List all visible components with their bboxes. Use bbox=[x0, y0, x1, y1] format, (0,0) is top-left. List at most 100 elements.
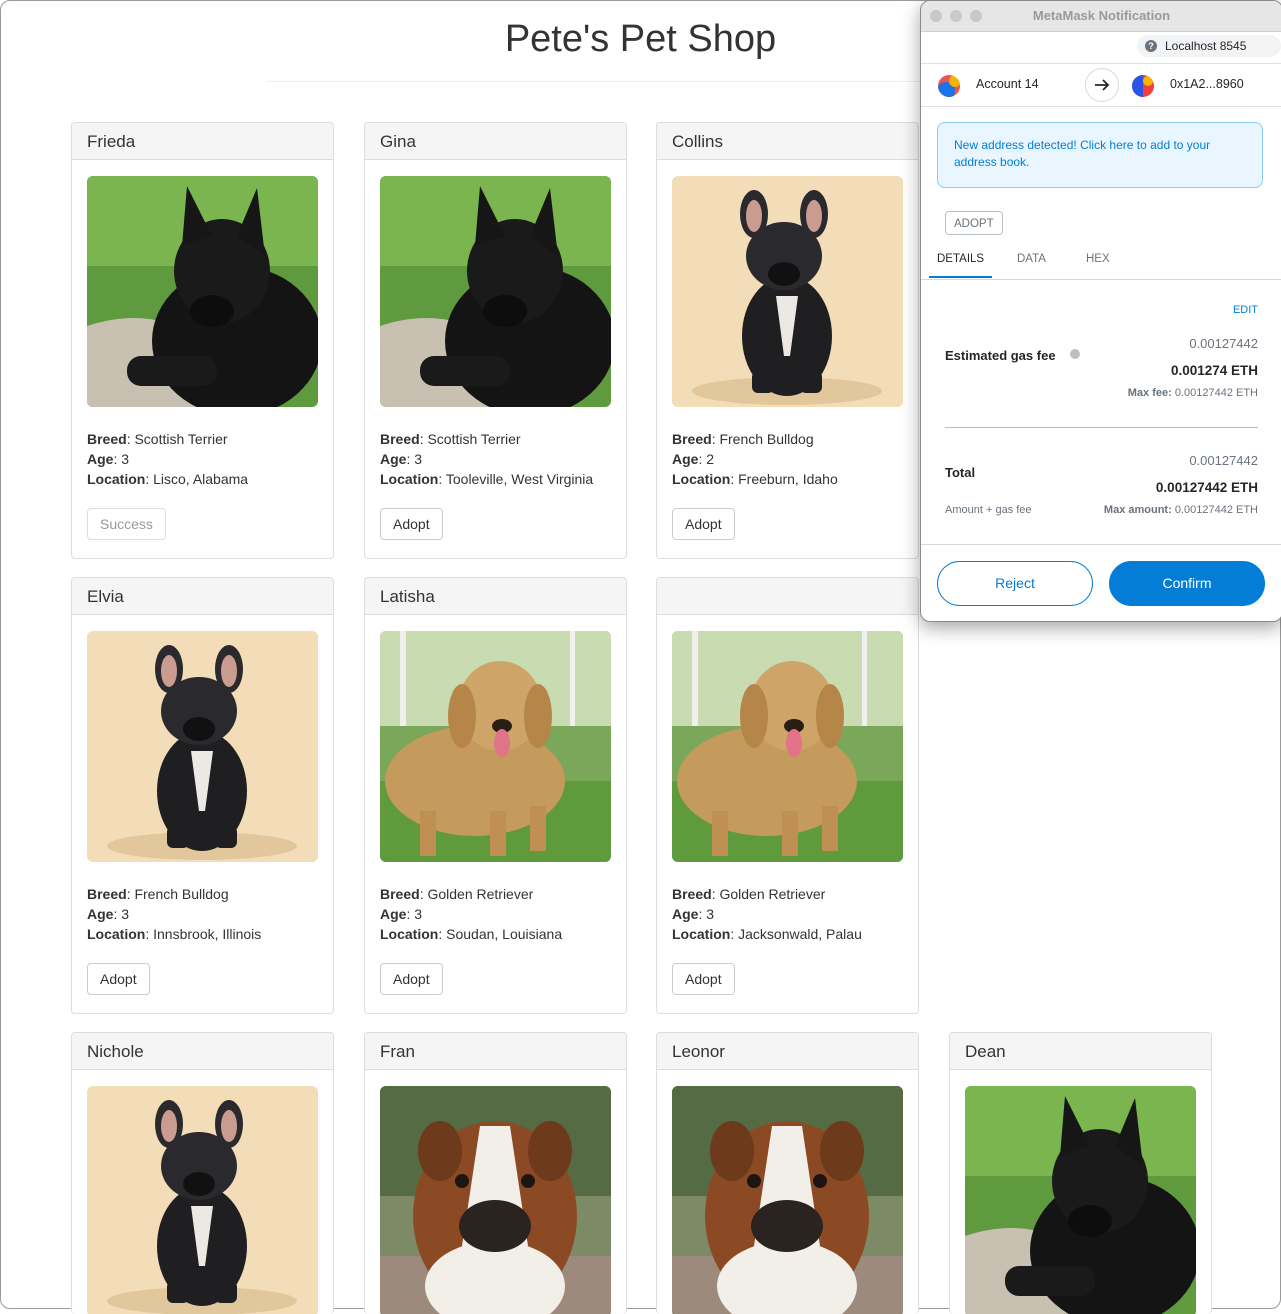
reject-button[interactable]: Reject bbox=[937, 561, 1093, 606]
adopt-button[interactable]: Adopt bbox=[380, 508, 443, 540]
pet-photo bbox=[87, 176, 318, 407]
adopt-button[interactable]: Adopt bbox=[672, 508, 735, 540]
pet-breed: Scottish Terrier bbox=[427, 431, 521, 447]
pet-photo bbox=[87, 1086, 318, 1314]
window-title: MetaMask Notification bbox=[1032, 8, 1171, 23]
pet-breed-row: Breed: Scottish Terrier bbox=[380, 431, 521, 447]
gas-fee-secondary: 0.00127442 bbox=[1189, 336, 1258, 351]
pet-card: Nichole bbox=[71, 1032, 334, 1314]
pet-name: Collins bbox=[657, 123, 918, 160]
breed-label: Breed bbox=[380, 886, 420, 902]
pet-breed-row: Breed: French Bulldog bbox=[672, 431, 814, 447]
pet-card: Breed: Golden Retriever Age: 3 Location: J… bbox=[656, 577, 919, 1014]
max-fee-value: 0.00127442 ETH bbox=[1174, 387, 1258, 399]
gas-fee-primary: 0.001274 ETH bbox=[1170, 363, 1258, 378]
pet-name: Dean bbox=[950, 1033, 1211, 1070]
breed-label: Breed bbox=[380, 431, 420, 447]
max-amount: Max amount: 0.00127442 ETH bbox=[1104, 504, 1258, 516]
adopt-button[interactable]: Adopt bbox=[380, 963, 443, 995]
pet-photo bbox=[672, 631, 903, 862]
pet-name: Nichole bbox=[72, 1033, 333, 1070]
breed-label: Breed bbox=[672, 886, 712, 902]
pet-card: Dean bbox=[949, 1032, 1212, 1314]
location-label: Location bbox=[672, 471, 731, 487]
pet-details: Breed: Scottish Terrier Age: 3 Location: T… bbox=[380, 429, 593, 489]
pet-location: Freeburn, Idaho bbox=[738, 471, 838, 487]
pet-age-row: Age: 3 bbox=[380, 906, 423, 922]
pet-age-row: Age: 3 bbox=[380, 451, 423, 467]
pet-location-row: Location: Lisco, Alabama bbox=[87, 471, 249, 487]
pet-details: Breed: French Bulldog Age: 3 Location: Inn… bbox=[87, 884, 261, 944]
pet-age: 3 bbox=[414, 451, 423, 467]
pet-card: Frieda Breed: Scottish Terrier Age: 3 Locat… bbox=[71, 122, 334, 559]
location-label: Location bbox=[380, 471, 439, 487]
pet-name: Gina bbox=[365, 123, 626, 160]
pet-age-row: Age: 3 bbox=[672, 906, 715, 922]
pet-photo bbox=[672, 1086, 903, 1314]
pet-card: Elvia Breed: French Bulldog Age: 3 Location… bbox=[71, 577, 334, 1014]
pet-name: Fran bbox=[365, 1033, 626, 1070]
age-label: Age bbox=[380, 451, 407, 467]
pet-location: Jacksonwald, Palau bbox=[738, 926, 862, 942]
pet-location: Innsbrook, Illinois bbox=[153, 926, 262, 942]
window-titlebar: MetaMask Notification bbox=[921, 1, 1281, 32]
pet-photo bbox=[87, 631, 318, 862]
new-address-alert[interactable]: New address detected! Click here to add … bbox=[937, 122, 1263, 188]
age-label: Age bbox=[87, 906, 114, 922]
gas-fee-label: Estimated gas fee bbox=[945, 348, 1056, 363]
pet-photo bbox=[965, 1086, 1196, 1314]
recipient-avatar-icon bbox=[1132, 75, 1154, 97]
recipient-address[interactable]: 0x1A2...8960 bbox=[1170, 77, 1244, 91]
pet-card: Latisha Breed: Golden Retriever Age: 3 Loca… bbox=[364, 577, 627, 1014]
pet-details: Breed: Scottish Terrier Age: 3 Location: L… bbox=[87, 429, 248, 489]
tab-hex[interactable]: HEX bbox=[1086, 253, 1110, 265]
pet-age: 3 bbox=[121, 451, 130, 467]
max-amount-label: Max amount: bbox=[1103, 504, 1172, 516]
amount-gas-label: Amount + gas fee bbox=[945, 504, 1032, 516]
tab-details[interactable]: DETAILS bbox=[937, 253, 984, 265]
location-label: Location bbox=[87, 471, 146, 487]
pet-age: 3 bbox=[121, 906, 130, 922]
pet-photo bbox=[380, 1086, 611, 1314]
sender-account-name[interactable]: Account 14 bbox=[976, 77, 1039, 91]
sender-recipient-bar: Account 14 0x1A2...8960 bbox=[921, 63, 1281, 107]
info-icon[interactable] bbox=[1070, 349, 1080, 359]
pet-name: Frieda bbox=[72, 123, 333, 160]
breed-label: Breed bbox=[87, 886, 127, 902]
pet-photo bbox=[380, 631, 611, 862]
pet-location: Lisco, Alabama bbox=[153, 471, 249, 487]
network-indicator[interactable]: ? Localhost 8545 bbox=[1137, 35, 1281, 57]
age-label: Age bbox=[672, 451, 699, 467]
adopt-button[interactable]: Adopt bbox=[672, 963, 735, 995]
pet-age: 3 bbox=[414, 906, 423, 922]
pet-name: Latisha bbox=[365, 578, 626, 615]
pet-breed-row: Breed: Golden Retriever bbox=[672, 886, 826, 902]
network-name: Localhost 8545 bbox=[1165, 39, 1247, 53]
section-divider bbox=[945, 427, 1258, 428]
max-fee: Max fee: 0.00127442 ETH bbox=[1128, 387, 1258, 399]
pet-age-row: Age: 2 bbox=[672, 451, 715, 467]
pet-age-row: Age: 3 bbox=[87, 906, 130, 922]
location-label: Location bbox=[87, 926, 146, 942]
pet-breed-row: Breed: Scottish Terrier bbox=[87, 431, 228, 447]
pet-name bbox=[657, 578, 918, 615]
confirm-button[interactable]: Confirm bbox=[1109, 561, 1265, 606]
pet-breed: French Bulldog bbox=[719, 431, 814, 447]
pet-breed-row: Breed: French Bulldog bbox=[87, 886, 229, 902]
pet-location-row: Location: Innsbrook, Illinois bbox=[87, 926, 262, 942]
age-label: Age bbox=[380, 906, 407, 922]
pet-name: Elvia bbox=[72, 578, 333, 615]
location-label: Location bbox=[380, 926, 439, 942]
adopt-button[interactable]: Adopt bbox=[87, 963, 150, 995]
pet-details: Breed: French Bulldog Age: 2 Location: Fre… bbox=[672, 429, 838, 489]
pet-location-row: Location: Tooleville, West Virginia bbox=[380, 471, 594, 487]
breed-label: Breed bbox=[87, 431, 127, 447]
tab-data[interactable]: DATA bbox=[1017, 253, 1046, 265]
pet-breed: Scottish Terrier bbox=[134, 431, 228, 447]
total-secondary: 0.00127442 bbox=[1189, 453, 1258, 468]
edit-gas-link[interactable]: EDIT bbox=[1233, 304, 1258, 316]
pet-card: Fran bbox=[364, 1032, 627, 1314]
pet-photo bbox=[380, 176, 611, 407]
max-amount-value: 0.00127442 ETH bbox=[1174, 504, 1258, 516]
pet-age-row: Age: 3 bbox=[87, 451, 130, 467]
